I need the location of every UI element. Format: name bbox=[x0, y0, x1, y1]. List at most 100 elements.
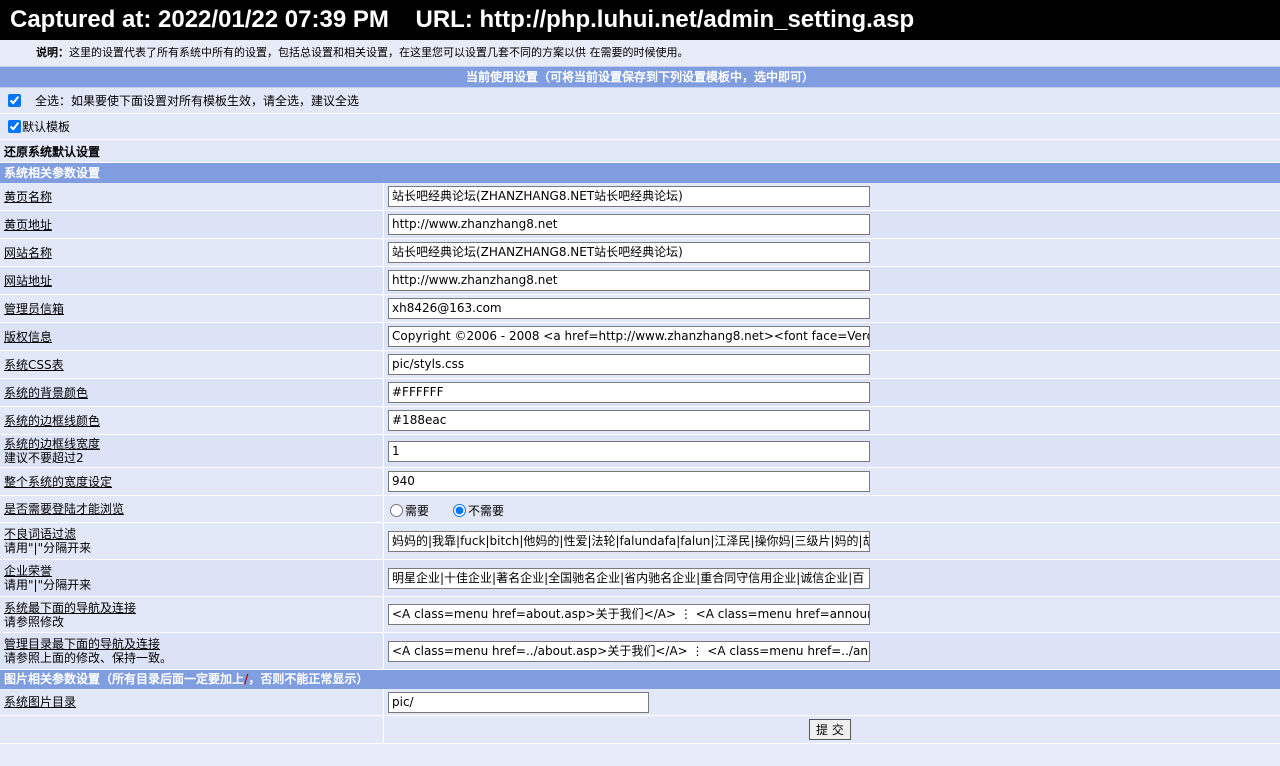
setting-input[interactable]: 940 bbox=[388, 471, 870, 492]
setting-label: 网站名称 bbox=[4, 245, 53, 260]
setting-value-cell: 站长吧经典论坛(ZHANZHANG8.NET站长吧经典论坛) bbox=[384, 183, 1280, 210]
setting-row: 黄页地址 http://www.zhanzhang8.net bbox=[0, 211, 1280, 239]
setting-input[interactable]: http://www.zhanzhang8.net bbox=[388, 214, 870, 235]
select-all-checkbox[interactable] bbox=[8, 94, 21, 107]
setting-label-cell: 系统的背景颜色 bbox=[0, 379, 384, 406]
setting-value-cell: 明星企业|十佳企业|著名企业|全国驰名企业|省内驰名企业|重合同守信用企业|诚信… bbox=[384, 560, 1280, 596]
setting-input[interactable]: 妈妈的|我靠|fuck|bitch|他妈的|性爱|法轮|falundafa|fa… bbox=[388, 530, 870, 552]
setting-value-cell: #188eac bbox=[384, 407, 1280, 434]
note-text: 这里的设置代表了所有系统中所有的设置，包括总设置和相关设置，在这里您可以设置几套… bbox=[69, 46, 689, 59]
image-settings-header: 图片相关参数设置（所有目录后面一定要加上/，否则不能正常显示） bbox=[0, 670, 1280, 689]
setting-value-cell: <A class=menu href=../about.asp>关于我们</A>… bbox=[384, 633, 1280, 669]
default-template-row: 默认模板 bbox=[0, 114, 1280, 140]
setting-value-cell: 940 bbox=[384, 468, 1280, 495]
setting-row: 系统最下面的导航及连接 请参照修改 <A class=menu href=about… bbox=[0, 597, 1280, 633]
setting-label-cell: 黄页地址 bbox=[0, 211, 384, 238]
login-required-no-radio[interactable] bbox=[453, 503, 467, 517]
image-dir-input[interactable]: pic/ bbox=[388, 691, 649, 713]
setting-value-cell: http://www.zhanzhang8.net bbox=[384, 267, 1280, 294]
setting-input[interactable]: <A class=menu href=about.asp>关于我们</A> ⋮ … bbox=[388, 604, 870, 625]
setting-input[interactable]: 站长吧经典论坛(ZHANZHANG8.NET站长吧经典论坛) bbox=[388, 242, 870, 263]
setting-hint: 请用"|"分隔开来 bbox=[4, 541, 92, 555]
image-dir-row: 系统图片目录 pic/ bbox=[0, 689, 1280, 716]
setting-hint: 请用"|"分隔开来 bbox=[4, 578, 92, 592]
setting-label: 黄页地址 bbox=[4, 217, 53, 232]
setting-row: 系统的背景颜色 #FFFFFF bbox=[0, 379, 1280, 407]
submit-spacer bbox=[0, 716, 384, 743]
login-required-label-cell: 是否需要登陆才能浏览 bbox=[0, 496, 384, 522]
setting-label-cell: 系统CSS表 bbox=[0, 351, 384, 378]
setting-input[interactable]: xh8426@163.com bbox=[388, 298, 870, 319]
login-required-yes-label: 需要 bbox=[405, 503, 430, 518]
setting-label-cell: 黄页名称 bbox=[0, 183, 384, 210]
setting-row: 网站地址 http://www.zhanzhang8.net bbox=[0, 267, 1280, 295]
setting-label-cell: 系统最下面的导航及连接 请参照修改 bbox=[0, 597, 384, 632]
setting-row: 网站名称 站长吧经典论坛(ZHANZHANG8.NET站长吧经典论坛) bbox=[0, 239, 1280, 267]
setting-value-cell: 1 bbox=[384, 435, 1280, 467]
setting-row: 系统CSS表 pic/styls.css bbox=[0, 351, 1280, 379]
setting-input[interactable]: #188eac bbox=[388, 410, 870, 431]
image-header-after: ，否则不能正常显示） bbox=[248, 672, 369, 686]
setting-input[interactable]: 1 bbox=[388, 440, 870, 462]
login-required-yes-radio[interactable] bbox=[390, 503, 403, 517]
setting-label: 管理目录最下面的导航及连接 bbox=[4, 637, 161, 651]
setting-label-cell: 网站名称 bbox=[0, 239, 384, 266]
setting-hint: 建议不要超过2 bbox=[4, 451, 84, 465]
setting-input[interactable]: 站长吧经典论坛(ZHANZHANG8.NET站长吧经典论坛) bbox=[388, 186, 870, 207]
setting-input[interactable]: <A class=menu href=../about.asp>关于我们</A>… bbox=[388, 640, 870, 662]
default-template-checkbox[interactable] bbox=[8, 120, 21, 133]
setting-value-cell: <A class=menu href=about.asp>关于我们</A> ⋮ … bbox=[384, 597, 1280, 632]
login-required-label: 是否需要登陆才能浏览 bbox=[4, 502, 125, 516]
login-required-row: 是否需要登陆才能浏览 需要 不需要 bbox=[0, 496, 1280, 523]
login-required-no-label: 不需要 bbox=[468, 503, 505, 518]
setting-hint: 请参照修改 bbox=[4, 614, 65, 629]
note-label: 说明： bbox=[36, 46, 69, 59]
setting-row: 系统的边框线宽度 建议不要超过2 1 bbox=[0, 435, 1280, 468]
setting-row: 不良词语过滤 请用"|"分隔开来 妈妈的|我靠|fuck|bitch|他妈的|性爱|… bbox=[0, 523, 1280, 560]
setting-label-cell: 不良词语过滤 请用"|"分隔开来 bbox=[0, 523, 384, 559]
setting-label: 网站地址 bbox=[4, 273, 53, 288]
capture-bar: Captured at: 2022/01/22 07:39 PM URL: ht… bbox=[0, 0, 1280, 40]
setting-input[interactable]: Copyright ©2006 - 2008 <a href=http://ww… bbox=[388, 326, 870, 347]
setting-label-cell: 管理目录最下面的导航及连接 请参照上面的修改、保持一致。 bbox=[0, 633, 384, 669]
setting-label: 系统最下面的导航及连接 bbox=[4, 600, 137, 615]
image-header-before: 图片相关参数设置（所有目录后面一定要加上 bbox=[4, 672, 245, 686]
description-note: 说明：这里的设置代表了所有系统中所有的设置，包括总设置和相关设置，在这里您可以设… bbox=[0, 40, 1280, 66]
setting-row: 版权信息 Copyright ©2006 - 2008 <a href=http:… bbox=[0, 323, 1280, 351]
setting-value-cell: Copyright ©2006 - 2008 <a href=http://ww… bbox=[384, 323, 1280, 350]
login-required-options: 需要 不需要 bbox=[384, 496, 1280, 522]
setting-label-cell: 系统的边框线宽度 建议不要超过2 bbox=[0, 435, 384, 467]
setting-label: 企业荣誉 bbox=[4, 564, 53, 578]
setting-input[interactable]: 明星企业|十佳企业|著名企业|全国驰名企业|省内驰名企业|重合同守信用企业|诚信… bbox=[388, 567, 870, 589]
setting-input[interactable]: #FFFFFF bbox=[388, 382, 870, 403]
setting-label: 版权信息 bbox=[4, 329, 53, 344]
setting-label: 系统CSS表 bbox=[4, 357, 64, 372]
setting-label: 系统的边框线颜色 bbox=[4, 413, 101, 428]
select-all-text: 全选：如果要使下面设置对所有模板生效，请全选，建议全选 bbox=[35, 94, 360, 108]
setting-value-cell: 站长吧经典论坛(ZHANZHANG8.NET站长吧经典论坛) bbox=[384, 239, 1280, 266]
setting-row: 管理员信箱 xh8426@163.com bbox=[0, 295, 1280, 323]
setting-value-cell: xh8426@163.com bbox=[384, 295, 1280, 322]
setting-hint: 请参照上面的修改、保持一致。 bbox=[4, 651, 173, 665]
submit-row: 提 交 bbox=[0, 716, 1280, 744]
setting-label: 不良词语过滤 bbox=[4, 527, 77, 541]
setting-label: 黄页名称 bbox=[4, 189, 53, 204]
image-dir-value-cell: pic/ bbox=[384, 689, 1280, 715]
setting-label: 管理员信箱 bbox=[4, 301, 65, 316]
setting-label: 系统的背景颜色 bbox=[4, 385, 89, 400]
setting-row: 整个系统的宽度设定 940 bbox=[0, 468, 1280, 496]
current-settings-header: 当前使用设置（可将当前设置保存到下列设置模板中，选中即可） bbox=[0, 66, 1280, 88]
setting-value-cell: pic/styls.css bbox=[384, 351, 1280, 378]
setting-input[interactable]: pic/styls.css bbox=[388, 354, 870, 375]
setting-value-cell: #FFFFFF bbox=[384, 379, 1280, 406]
setting-value-cell: http://www.zhanzhang8.net bbox=[384, 211, 1280, 238]
setting-input[interactable]: http://www.zhanzhang8.net bbox=[388, 270, 870, 291]
restore-default-link[interactable]: 还原系统默认设置 bbox=[0, 140, 1280, 163]
setting-value-cell: 妈妈的|我靠|fuck|bitch|他妈的|性爱|法轮|falundafa|fa… bbox=[384, 523, 1280, 559]
submit-button[interactable]: 提 交 bbox=[809, 719, 851, 740]
setting-label-cell: 版权信息 bbox=[0, 323, 384, 350]
setting-row: 管理目录最下面的导航及连接 请参照上面的修改、保持一致。 <A class=menu… bbox=[0, 633, 1280, 670]
setting-label-cell: 管理员信箱 bbox=[0, 295, 384, 322]
image-dir-label-cell: 系统图片目录 bbox=[0, 689, 384, 715]
default-template-text: 默认模板 bbox=[22, 120, 71, 134]
